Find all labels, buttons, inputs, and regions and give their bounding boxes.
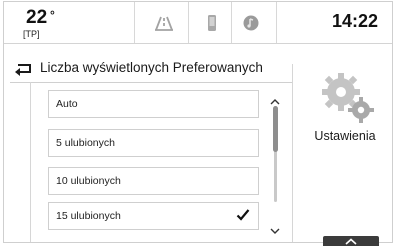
status-divider (276, 2, 277, 43)
audio-source-icon[interactable] (240, 14, 262, 32)
title-divider (10, 82, 292, 83)
temperature: 22 (26, 7, 48, 28)
settings-label[interactable]: Ustawienia (302, 129, 388, 143)
page-title: Liczba wyświetlonych Preferowanych (40, 60, 263, 75)
status-divider (231, 2, 232, 43)
option-label: 15 ulubionych (56, 210, 121, 222)
navigation-icon[interactable] (153, 14, 175, 32)
status-divider (188, 2, 189, 43)
scroll-up-icon[interactable] (270, 93, 280, 105)
option-label: 5 ulubionych (56, 137, 115, 149)
option-15-favorites[interactable]: 15 ulubionych (48, 202, 259, 230)
status-bar: 22 ° [TP] 14:22 (4, 2, 392, 44)
option-label: 10 ulubionych (56, 175, 121, 187)
option-auto[interactable]: Auto (48, 90, 259, 118)
temperature-unit: ° (50, 8, 55, 22)
option-10-favorites[interactable]: 10 ulubionych (48, 167, 259, 195)
list-divider (30, 82, 31, 242)
clock: 14:22 (331, 11, 378, 31)
back-arrow-icon[interactable] (14, 62, 32, 76)
infotainment-screen: 22 ° [TP] 14:22 Liczba wyświetlonych Pre… (3, 1, 393, 246)
option-label: Auto (56, 98, 78, 110)
scroll-down-icon[interactable] (270, 222, 280, 234)
traffic-program-indicator: [TP] (23, 29, 40, 39)
status-divider (134, 2, 135, 43)
panel-divider (292, 64, 293, 242)
checkmark-icon (236, 206, 250, 221)
option-5-favorites[interactable]: 5 ulubionych (48, 129, 259, 157)
phone-icon[interactable] (201, 14, 223, 32)
chevron-up-icon (345, 238, 357, 245)
gears-icon[interactable] (315, 70, 379, 126)
scrollbar-thumb[interactable] (273, 106, 278, 152)
